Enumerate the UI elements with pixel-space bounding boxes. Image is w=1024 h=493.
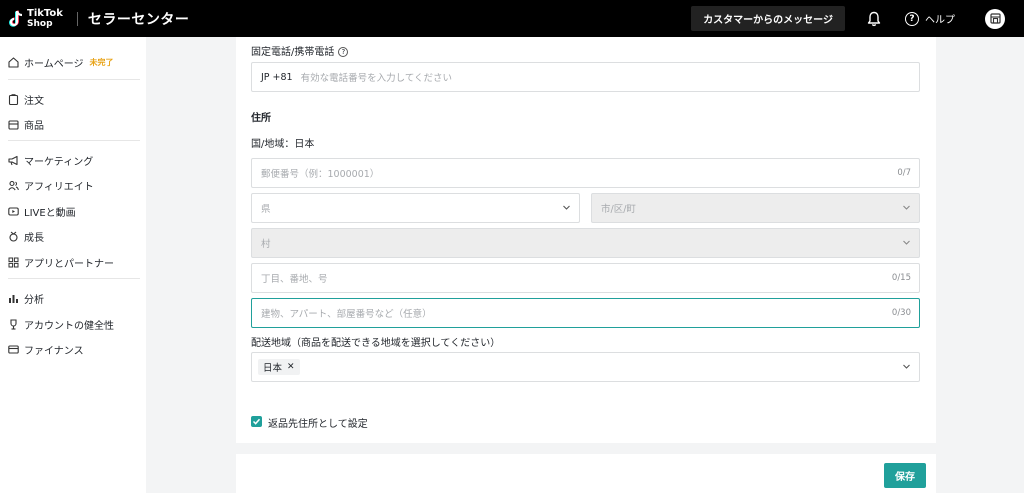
question-icon: ? bbox=[905, 11, 919, 26]
postal-placeholder: 郵便番号（例：1000001） bbox=[261, 169, 380, 180]
address-heading: 住所 bbox=[251, 113, 271, 124]
sidebar-item-label: 商品 bbox=[24, 121, 44, 132]
sidebar-item-label: マーケティング bbox=[24, 157, 94, 168]
delivery-area-select[interactable]: 日本 ✕ bbox=[251, 352, 920, 382]
sidebar-item-finance[interactable]: ファイナンス bbox=[8, 342, 84, 357]
sidebar-item-label: アプリとパートナー bbox=[24, 259, 114, 270]
sidebar-item-label: LIVEと動画 bbox=[24, 208, 76, 219]
logo-line2: Shop bbox=[27, 18, 53, 29]
question-icon[interactable]: ? bbox=[338, 47, 349, 57]
prefecture-select[interactable]: 県 bbox=[251, 193, 580, 223]
return-address-label[interactable]: 返品先住所として設定 bbox=[268, 415, 368, 430]
delivery-area-label: 配送地域（商品を配送できる地域を選択してください） bbox=[251, 338, 501, 349]
sidebar-item-account-health[interactable]: アカウントの健全性 bbox=[8, 317, 114, 332]
top-bar: TikTok Shop セラーセンター カスタマーからのメッセージ ? ヘルプ bbox=[0, 0, 1024, 37]
sidebar-item-label: アカウントの健全性 bbox=[24, 321, 114, 332]
sidebar-item-affiliate[interactable]: アフィリエイト bbox=[8, 178, 94, 193]
village-placeholder: 村 bbox=[261, 239, 271, 250]
trophy-icon bbox=[10, 319, 17, 330]
shop-avatar[interactable] bbox=[985, 8, 1005, 29]
building-placeholder: 建物、アパート、部屋番号など（任意） bbox=[261, 309, 432, 320]
sidebar-item-label: アフィリエイト bbox=[24, 182, 94, 193]
checkmark-icon bbox=[252, 418, 261, 425]
sidebar-item-label: 分析 bbox=[24, 295, 44, 306]
save-button[interactable]: 保存 bbox=[884, 463, 926, 488]
phone-country-prefix[interactable]: JP +81 bbox=[261, 72, 293, 83]
sidebar-item-live-video[interactable]: LIVEと動画 bbox=[8, 204, 76, 219]
country-label: 国/地域：日本 bbox=[251, 139, 315, 150]
box-icon bbox=[8, 120, 19, 130]
sidebar: ホームページ 未完了 注文 商品 マーケティング アフィリエイト LIVEと動画… bbox=[0, 37, 146, 493]
sidebar-item-label: 注文 bbox=[24, 96, 44, 107]
return-address-checkbox[interactable] bbox=[251, 416, 262, 427]
logo-line1: TikTok bbox=[27, 7, 63, 19]
chart-icon bbox=[9, 295, 18, 303]
sidebar-item-analytics[interactable]: 分析 bbox=[8, 291, 44, 306]
chevron-down-icon bbox=[903, 364, 910, 369]
sidebar-divider bbox=[8, 79, 140, 80]
sidebar-item-label: ホームページ bbox=[24, 59, 84, 70]
phone-label: 固定電話/携帯電話? bbox=[251, 43, 349, 58]
megaphone-icon bbox=[8, 155, 18, 166]
incomplete-badge: 未完了 bbox=[89, 58, 114, 67]
street-counter: 0/15 bbox=[891, 273, 911, 283]
street-placeholder: 丁目、番地、号 bbox=[261, 274, 328, 285]
store-icon bbox=[989, 13, 1001, 24]
people-icon bbox=[8, 180, 19, 191]
grid-icon bbox=[8, 257, 19, 268]
tiktok-shop-logo[interactable]: TikTok Shop bbox=[8, 7, 63, 29]
building-counter: 0/30 bbox=[891, 308, 911, 318]
village-select[interactable]: 村 bbox=[251, 228, 920, 258]
bell-icon[interactable] bbox=[867, 11, 881, 27]
phone-placeholder: 有効な電話番号を入力してください bbox=[300, 73, 453, 84]
card-icon bbox=[8, 345, 19, 354]
sidebar-item-orders[interactable]: 注文 bbox=[8, 92, 44, 107]
header-divider bbox=[76, 11, 78, 26]
sidebar-item-label: 成長 bbox=[24, 233, 44, 244]
sidebar-item-home[interactable]: ホームページ 未完了 bbox=[8, 55, 114, 70]
chevron-down-icon bbox=[903, 205, 910, 210]
prefecture-placeholder: 県 bbox=[261, 204, 271, 215]
sidebar-divider bbox=[8, 140, 140, 141]
app-title: セラーセンター bbox=[87, 11, 190, 28]
customer-messages-button[interactable]: カスタマーからのメッセージ bbox=[691, 6, 845, 31]
sidebar-item-products[interactable]: 商品 bbox=[8, 117, 44, 132]
building-input[interactable]: 建物、アパート、部屋番号など（任意） 0/30 bbox=[251, 298, 920, 328]
clipboard-icon bbox=[8, 94, 19, 105]
help-button[interactable]: ? ヘルプ bbox=[905, 11, 955, 26]
tiktok-logo-icon bbox=[9, 10, 23, 27]
sidebar-divider bbox=[8, 278, 140, 279]
sidebar-item-marketing[interactable]: マーケティング bbox=[8, 153, 93, 168]
postal-counter: 0/7 bbox=[897, 168, 911, 178]
chevron-down-icon bbox=[563, 205, 570, 210]
live-icon bbox=[8, 207, 19, 216]
help-label: ヘルプ bbox=[925, 15, 955, 26]
phone-input[interactable]: JP +81 有効な電話番号を入力してください bbox=[251, 62, 920, 92]
chevron-down-icon bbox=[903, 240, 910, 245]
city-placeholder: 市/区/町 bbox=[601, 204, 636, 215]
delivery-area-tag: 日本 ✕ bbox=[258, 359, 300, 375]
home-icon bbox=[8, 57, 19, 68]
sidebar-item-growth[interactable]: 成長 bbox=[8, 229, 44, 244]
sidebar-item-apps-partners[interactable]: アプリとパートナー bbox=[8, 255, 114, 270]
street-input[interactable]: 丁目、番地、号 0/15 bbox=[251, 263, 920, 293]
sidebar-item-label: ファイナンス bbox=[24, 346, 84, 357]
phone-label-text: 固定電話/携帯電話 bbox=[251, 47, 335, 58]
close-icon[interactable]: ✕ bbox=[287, 362, 295, 372]
medal-icon bbox=[9, 231, 18, 242]
city-select[interactable]: 市/区/町 bbox=[591, 193, 920, 223]
postal-code-input[interactable]: 郵便番号（例：1000001） 0/7 bbox=[251, 158, 920, 188]
footer-card bbox=[236, 454, 936, 493]
delivery-tag-label: 日本 bbox=[263, 363, 283, 374]
